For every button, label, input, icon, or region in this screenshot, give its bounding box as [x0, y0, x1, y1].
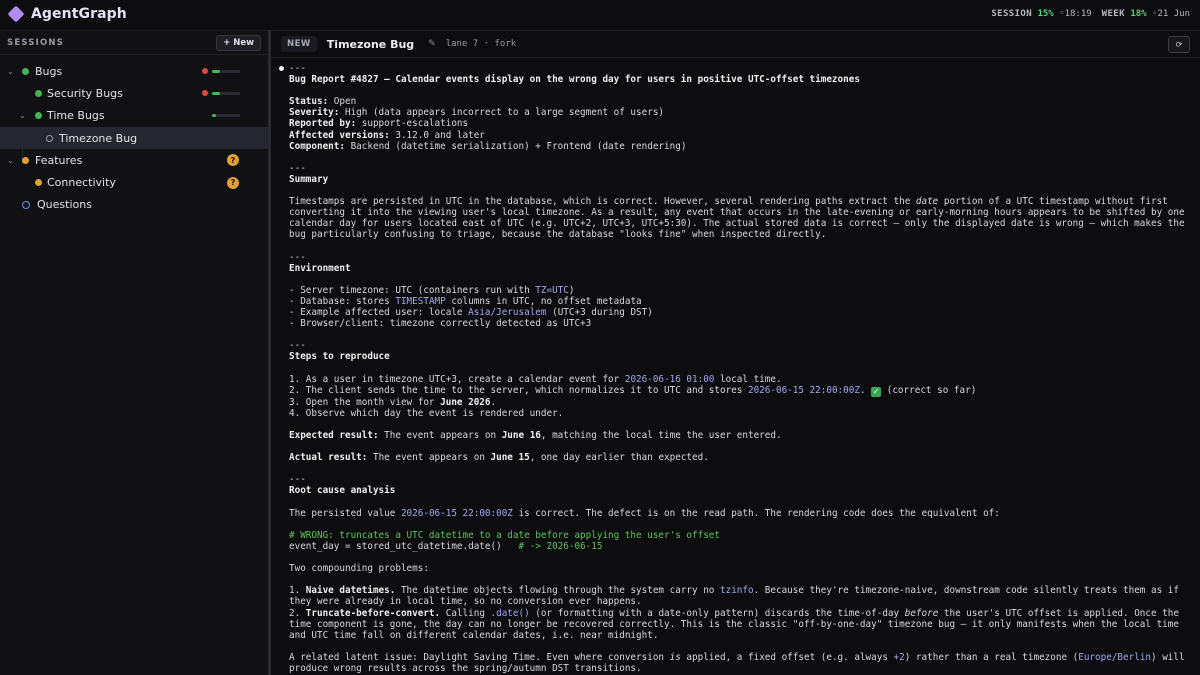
refresh-button[interactable]: ⟳	[1168, 36, 1190, 53]
main-panel: NEW Timezone Bug ✎ lane 7 · fork ⟳ --- B…	[271, 30, 1200, 675]
sidebar-item-timezone-bug[interactable]: Timezone Bug	[0, 126, 268, 150]
sidebar-item-questions[interactable]: Questions	[0, 194, 268, 216]
error-dot-icon	[202, 90, 208, 97]
env-item: - Server timezone: UTC (containers run w…	[289, 284, 575, 296]
field-affected-versions: Affected versions: 3.12.0 and later	[289, 129, 485, 141]
sidebar-item-bugs[interactable]: ⌄ Bugs	[0, 60, 268, 82]
sidebar: SESSIONS + New ⌄ Bugs Security Bugs ⌄ Ti…	[0, 30, 268, 675]
new-tag: NEW	[281, 36, 317, 52]
session-tree: ⌄ Bugs Security Bugs ⌄ Time Bugs Timezon…	[0, 55, 268, 216]
check-mark-icon: ✓	[871, 386, 882, 397]
sidebar-header: SESSIONS + New	[0, 31, 268, 55]
chevron-down-icon[interactable]: ⌄	[19, 111, 26, 120]
question-badge-icon[interactable]: ?	[227, 154, 239, 167]
hr-line: ---	[289, 63, 306, 74]
usage-meter: SESSION 15% ◦18:19 WEEK 18% ◦21 Jun	[991, 9, 1190, 19]
status-waiting-icon	[22, 156, 29, 164]
status-done-icon	[35, 89, 42, 97]
progress-bar	[212, 69, 240, 73]
document-body: --- Bug Report #4827 — Calendar events d…	[289, 63, 1195, 674]
pencil-icon[interactable]: ✎	[428, 39, 436, 49]
env-item: - Example affected user: locale Asia/Jer…	[289, 307, 653, 319]
env-item: - Browser/client: timezone correctly det…	[289, 318, 592, 330]
related-issue-paragraph: A related latent issue: Daylight Saving …	[289, 651, 1191, 674]
section-heading-root-cause: Root cause analysis	[289, 485, 396, 497]
expected-result: Expected result: The event appears on Ju…	[289, 430, 782, 441]
sidebar-item-security-bugs[interactable]: Security Bugs	[0, 82, 268, 104]
lane-info: lane 7 · fork	[445, 39, 517, 49]
actual-result: Actual result: The event appears on June…	[289, 452, 709, 464]
bug-report-document: --- Bug Report #4827 — Calendar events d…	[271, 60, 1200, 675]
progress-bar	[212, 114, 240, 118]
message-bullet-icon	[279, 66, 284, 71]
error-dot-icon	[202, 68, 208, 75]
app-name: AgentGraph	[31, 6, 127, 22]
sidebar-item-connectivity[interactable]: Connectivity ?	[0, 171, 268, 193]
code-line: event_day = stored_utc_datetime.date() #…	[289, 540, 603, 552]
status-done-icon	[35, 112, 42, 120]
section-heading-environment: Environment	[289, 262, 351, 274]
env-item: - Database: stores TIMESTAMP columns in …	[289, 295, 642, 307]
step-item: 1. As a user in timezone UTC+3, create a…	[289, 373, 782, 385]
section-heading-steps: Steps to reproduce	[289, 351, 390, 363]
field-severity: Severity: High (data appears incorrect t…	[289, 107, 665, 119]
item-status	[202, 68, 240, 75]
new-session-button[interactable]: + New	[216, 34, 261, 51]
chevron-down-icon[interactable]: ⌄	[7, 156, 14, 165]
summary-paragraph: Timestamps are persisted in UTC in the d…	[289, 196, 1191, 241]
diamond-logo-icon	[7, 5, 25, 23]
session-title: Timezone Bug	[326, 37, 415, 51]
field-component: Component: Backend (datetime serializati…	[289, 140, 687, 152]
step-item: 2. The client sends the time to the serv…	[289, 384, 977, 397]
code-comment: # WRONG: truncates a UTC datetime to a d…	[289, 529, 720, 541]
question-badge-icon[interactable]: ?	[227, 176, 239, 189]
brand[interactable]: AgentGraph	[7, 5, 127, 23]
sidebar-item-time-bugs[interactable]: ⌄ Time Bugs	[0, 105, 268, 127]
chevron-down-icon[interactable]: ⌄	[7, 67, 14, 76]
root-cause-paragraph: The persisted value 2026-06-15 22:00:00Z…	[289, 507, 1000, 519]
item-status	[212, 114, 240, 118]
top-bar: AgentGraph SESSION 15% ◦18:19 WEEK 18% ◦…	[0, 0, 1200, 30]
step-item: 3. Open the month view for June 2026.	[289, 396, 497, 408]
status-pending-ring-icon	[46, 134, 53, 142]
hr-line: ---	[289, 162, 306, 174]
week-usage: WEEK 18% ◦21 Jun	[1101, 9, 1190, 19]
section-heading-summary: Summary	[289, 173, 329, 185]
session-header: NEW Timezone Bug ✎ lane 7 · fork ⟳	[271, 30, 1200, 58]
status-done-icon	[22, 67, 29, 75]
problem-item: 2. Truncate-before-convert. Calling .dat…	[289, 607, 1185, 641]
progress-bar	[212, 91, 240, 95]
hr-line: ---	[289, 340, 306, 352]
field-status: Status: Open	[289, 96, 357, 108]
report-title: Bug Report #4827 — Calendar events displ…	[289, 74, 860, 86]
status-active-ring-icon	[22, 200, 30, 209]
session-usage: SESSION 15% ◦18:19	[991, 9, 1092, 19]
hr-line: ---	[289, 251, 306, 263]
problem-item: 1. Naive datetimes. The datetime objects…	[289, 585, 1185, 608]
refresh-icon: ⟳	[1175, 40, 1183, 49]
item-status	[202, 90, 240, 97]
step-item: 4. Observe which day the event is render…	[289, 407, 564, 419]
status-waiting-icon	[35, 179, 42, 187]
hr-line: ---	[289, 474, 306, 486]
sidebar-item-features[interactable]: ⌄ Features ?	[0, 149, 268, 171]
sidebar-title: SESSIONS	[7, 37, 65, 48]
problems-intro: Two compounding problems:	[289, 563, 429, 575]
field-reported-by: Reported by: support-escalations	[289, 118, 469, 130]
